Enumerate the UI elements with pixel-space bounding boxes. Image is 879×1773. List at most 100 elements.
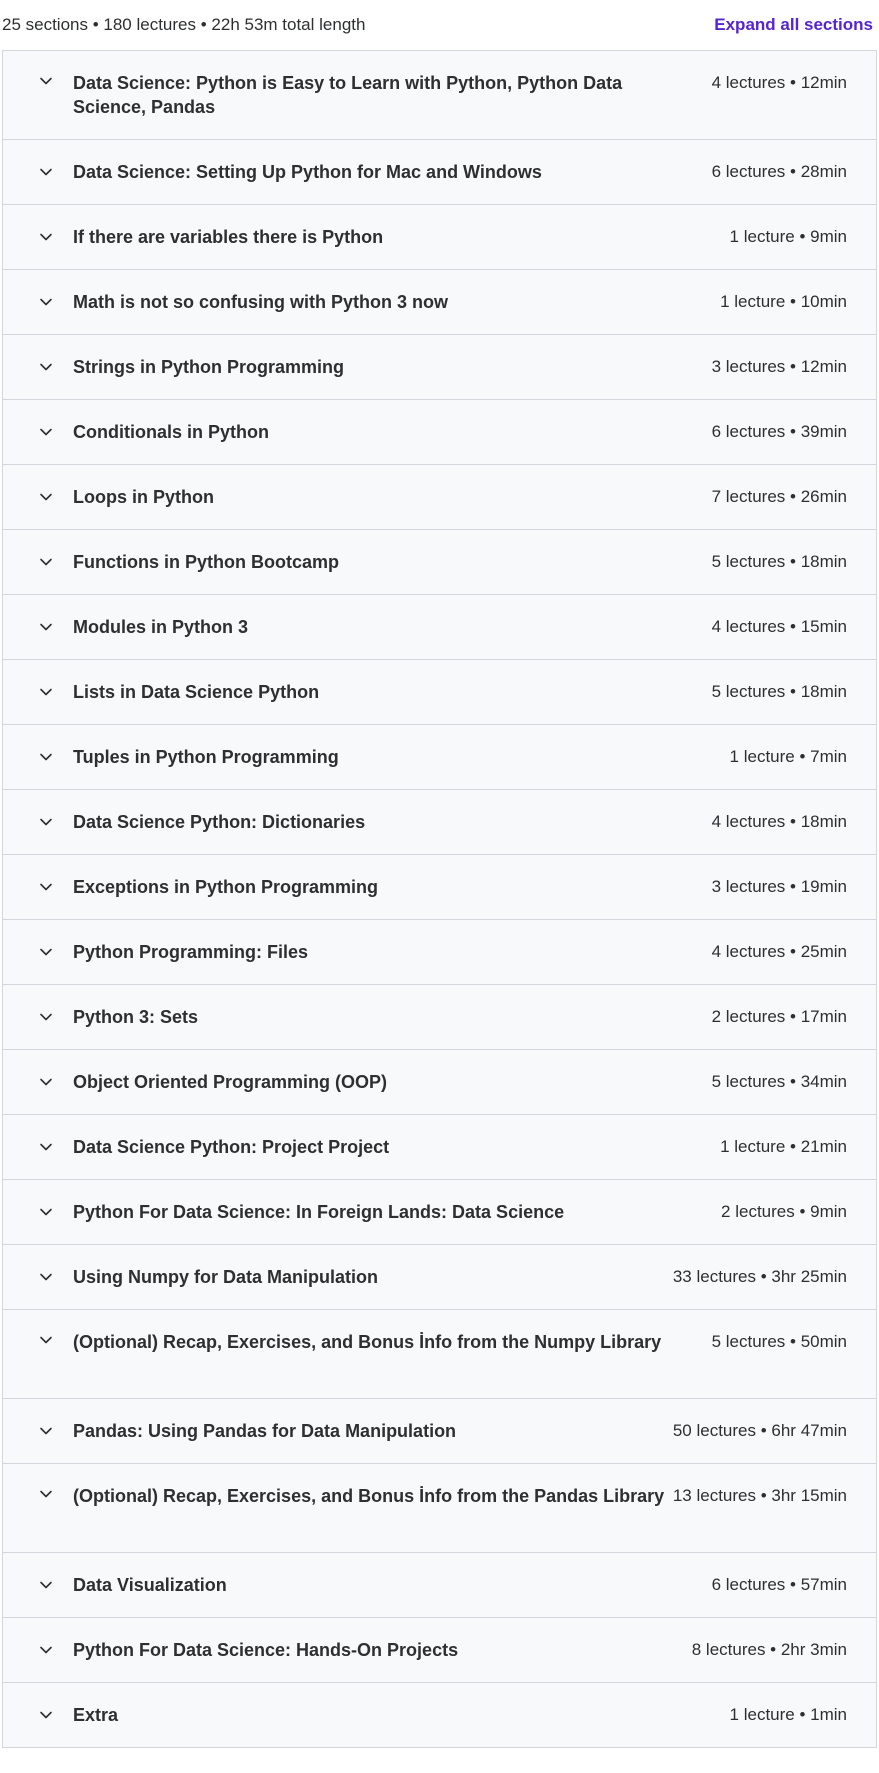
section-item[interactable]: Exceptions in Python Programming 3 lectu… bbox=[2, 855, 877, 920]
chevron-down-icon bbox=[39, 1010, 53, 1024]
chevron-down-icon bbox=[39, 295, 53, 309]
section-title: Using Numpy for Data Manipulation bbox=[73, 1267, 379, 1287]
section-title: Loops in Python bbox=[73, 487, 214, 507]
section-meta: 1 lecture • 21min bbox=[720, 1137, 847, 1156]
section-item[interactable]: Data Science Python: Project Project 1 l… bbox=[2, 1115, 877, 1180]
chevron-down-icon bbox=[39, 750, 53, 764]
chevron-down-icon bbox=[39, 1075, 53, 1089]
section-title: If there are variables there is Python bbox=[73, 227, 384, 247]
section-title: Lists in Data Science Python bbox=[73, 682, 320, 702]
chevron-down-icon bbox=[39, 555, 53, 569]
section-item[interactable]: Modules in Python 3 4 lectures • 15min bbox=[2, 595, 877, 660]
chevron-down-icon bbox=[39, 1578, 53, 1592]
section-meta: 5 lectures • 18min bbox=[711, 552, 847, 571]
section-item[interactable]: Extra 1 lecture • 1min bbox=[2, 1683, 877, 1748]
section-item[interactable]: Python For Data Science: In Foreign Land… bbox=[2, 1180, 877, 1245]
chevron-down-icon bbox=[39, 165, 53, 179]
chevron-down-icon bbox=[39, 1708, 53, 1722]
section-title: Exceptions in Python Programming bbox=[73, 877, 379, 897]
section-title: Pandas: Using Pandas for Data Manipulati… bbox=[73, 1421, 457, 1441]
section-item[interactable]: Python Programming: Files 4 lectures • 2… bbox=[2, 920, 877, 985]
section-meta: 5 lectures • 34min bbox=[711, 1072, 847, 1091]
chevron-down-icon bbox=[39, 1205, 53, 1219]
section-meta: 1 lecture • 7min bbox=[729, 747, 847, 766]
section-meta: 7 lectures • 26min bbox=[711, 487, 847, 506]
section-item[interactable]: Loops in Python 7 lectures • 26min bbox=[2, 465, 877, 530]
chevron-down-icon bbox=[39, 685, 53, 699]
section-title: Object Oriented Programming (OOP) bbox=[73, 1072, 388, 1092]
chevron-down-icon bbox=[39, 1140, 53, 1154]
section-item[interactable]: Conditionals in Python 6 lectures • 39mi… bbox=[2, 400, 877, 465]
section-meta: 1 lecture • 9min bbox=[729, 227, 847, 246]
section-meta: 3 lectures • 19min bbox=[711, 877, 847, 896]
section-meta: 6 lectures • 28min bbox=[711, 162, 847, 181]
section-meta: 2 lectures • 9min bbox=[721, 1202, 847, 1221]
chevron-down-icon bbox=[39, 1643, 53, 1657]
section-meta: 6 lectures • 39min bbox=[711, 422, 847, 441]
section-meta: 5 lectures • 50min bbox=[711, 1332, 847, 1351]
section-title: Data Visualization bbox=[73, 1575, 227, 1595]
section-item[interactable]: Object Oriented Programming (OOP) 5 lect… bbox=[2, 1050, 877, 1115]
section-meta: 3 lectures • 12min bbox=[711, 357, 847, 376]
section-meta: 33 lectures • 3hr 25min bbox=[672, 1267, 847, 1286]
chevron-down-icon bbox=[39, 425, 53, 439]
chevron-down-icon bbox=[39, 1487, 53, 1501]
section-item[interactable]: Math is not so confusing with Python 3 n… bbox=[2, 270, 877, 335]
chevron-down-icon bbox=[39, 74, 53, 88]
section-item[interactable]: (Optional) Recap, Exercises, and Bonus İ… bbox=[2, 1310, 877, 1399]
chevron-down-icon bbox=[39, 1333, 53, 1347]
section-meta: 6 lectures • 57min bbox=[711, 1575, 847, 1594]
section-item[interactable]: Python 3: Sets 2 lectures • 17min bbox=[2, 985, 877, 1050]
section-meta: 4 lectures • 12min bbox=[711, 73, 847, 92]
section-item[interactable]: Data Science: Python is Easy to Learn wi… bbox=[2, 51, 877, 140]
section-title: Extra bbox=[73, 1705, 119, 1725]
chevron-down-icon bbox=[39, 880, 53, 894]
section-item[interactable]: Data Visualization 6 lectures • 57min bbox=[2, 1553, 877, 1618]
section-item[interactable]: Tuples in Python Programming 1 lecture •… bbox=[2, 725, 877, 790]
section-item[interactable]: (Optional) Recap, Exercises, and Bonus İ… bbox=[2, 1464, 877, 1553]
section-title: Data Science Python: Project Project bbox=[73, 1137, 390, 1157]
section-meta: 1 lecture • 10min bbox=[720, 292, 847, 311]
section-meta: 4 lectures • 18min bbox=[711, 812, 847, 831]
curriculum-summary: 25 sections • 180 lectures • 22h 53m tot… bbox=[2, 15, 366, 34]
section-item[interactable]: Python For Data Science: Hands-On Projec… bbox=[2, 1618, 877, 1683]
section-item[interactable]: If there are variables there is Python 1… bbox=[2, 205, 877, 270]
section-item[interactable]: Data Science: Setting Up Python for Mac … bbox=[2, 140, 877, 205]
section-title: Modules in Python 3 bbox=[73, 617, 249, 637]
section-meta: 4 lectures • 15min bbox=[711, 617, 847, 636]
section-meta: 8 lectures • 2hr 3min bbox=[691, 1640, 847, 1659]
section-title: Functions in Python Bootcamp bbox=[73, 552, 339, 572]
expand-all-sections-button[interactable]: Expand all sections bbox=[714, 15, 873, 35]
section-meta: 50 lectures • 6hr 47min bbox=[672, 1421, 847, 1440]
section-title: Python For Data Science: In Foreign Land… bbox=[73, 1202, 565, 1222]
section-item[interactable]: Lists in Data Science Python 5 lectures … bbox=[2, 660, 877, 725]
section-title: Strings in Python Programming bbox=[73, 357, 345, 377]
section-meta: 1 lecture • 1min bbox=[729, 1705, 847, 1724]
section-meta: 13 lectures • 3hr 15min bbox=[672, 1486, 847, 1505]
section-item[interactable]: Strings in Python Programming 3 lectures… bbox=[2, 335, 877, 400]
section-title: Math is not so confusing with Python 3 n… bbox=[73, 292, 448, 312]
section-item[interactable]: Data Science Python: Dictionaries 4 lect… bbox=[2, 790, 877, 855]
section-title: Python Programming: Files bbox=[73, 942, 309, 962]
chevron-down-icon bbox=[39, 1424, 53, 1438]
section-item[interactable]: Functions in Python Bootcamp 5 lectures … bbox=[2, 530, 877, 595]
chevron-down-icon bbox=[39, 360, 53, 374]
section-list: Data Science: Python is Easy to Learn wi… bbox=[2, 50, 877, 1748]
section-title: Python For Data Science: Hands-On Projec… bbox=[73, 1640, 459, 1660]
chevron-down-icon bbox=[39, 490, 53, 504]
section-title: (Optional) Recap, Exercises, and Bonus İ… bbox=[73, 1332, 662, 1352]
section-title: Data Science: Setting Up Python for Mac … bbox=[73, 162, 542, 182]
section-title: Tuples in Python Programming bbox=[73, 747, 339, 767]
chevron-down-icon bbox=[39, 1270, 53, 1284]
section-title: Python 3: Sets bbox=[73, 1007, 199, 1027]
chevron-down-icon bbox=[39, 230, 53, 244]
section-item[interactable]: Using Numpy for Data Manipulation 33 lec… bbox=[2, 1245, 877, 1310]
section-meta: 2 lectures • 17min bbox=[711, 1007, 847, 1026]
chevron-down-icon bbox=[39, 815, 53, 829]
section-title: (Optional) Recap, Exercises, and Bonus İ… bbox=[73, 1486, 665, 1506]
chevron-down-icon bbox=[39, 620, 53, 634]
section-item[interactable]: Pandas: Using Pandas for Data Manipulati… bbox=[2, 1399, 877, 1464]
section-title: Data Science Python: Dictionaries bbox=[73, 812, 366, 832]
section-meta: 5 lectures • 18min bbox=[711, 682, 847, 701]
chevron-down-icon bbox=[39, 945, 53, 959]
